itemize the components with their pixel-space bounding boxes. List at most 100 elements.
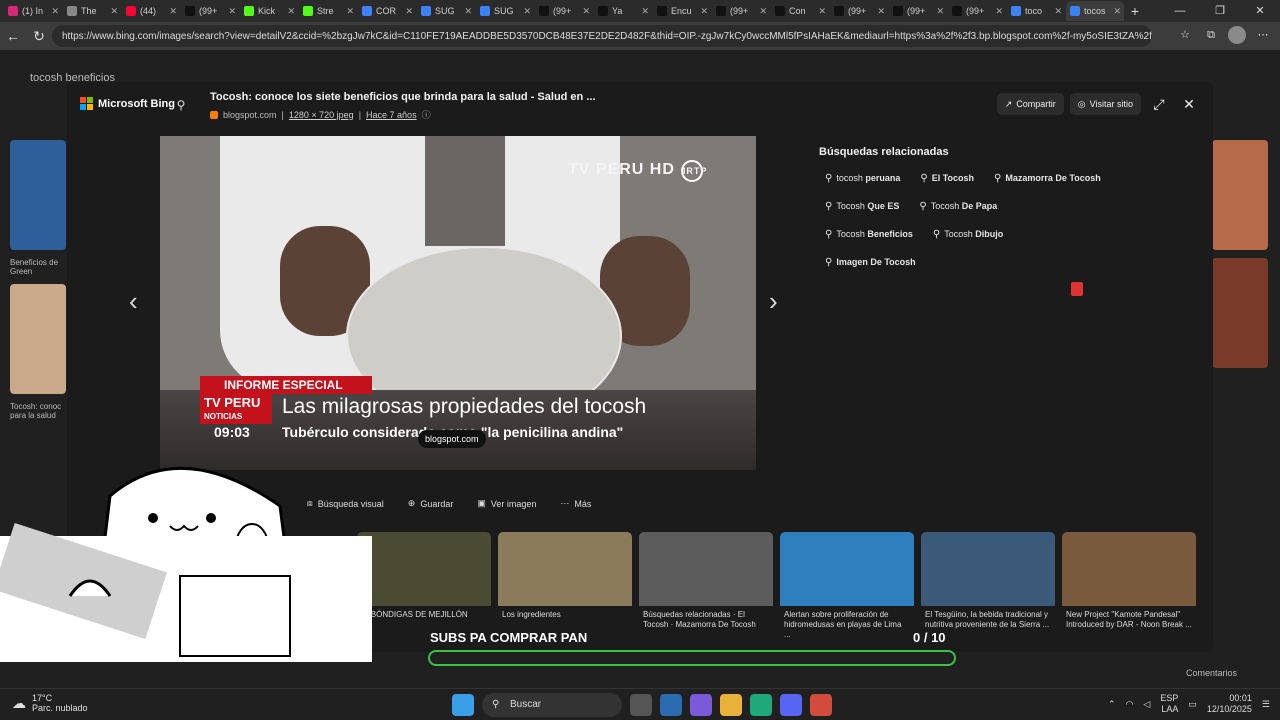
browser-tab[interactable]: toco ✕ <box>1007 1 1065 21</box>
next-arrow-icon[interactable]: › <box>769 286 778 317</box>
save-button[interactable]: ⊕ Guardar <box>408 498 454 509</box>
tab-close-icon[interactable]: ✕ <box>1054 6 1062 17</box>
minimize-icon[interactable]: — <box>1160 0 1200 22</box>
tab-close-icon[interactable]: ✕ <box>405 6 413 17</box>
view-image-button[interactable]: ▣ Ver imagen <box>477 498 536 509</box>
extension-icon[interactable] <box>1071 282 1083 296</box>
tab-close-icon[interactable]: ✕ <box>287 6 295 17</box>
main-image[interactable]: TV PERU HD IRTP INFORME ESPECIAL TV PERU N… <box>160 136 756 470</box>
star-icon[interactable]: ☆ <box>1176 26 1194 44</box>
volume-icon[interactable]: ◁ <box>1143 699 1150 710</box>
tab-close-icon[interactable]: ✕ <box>523 6 531 17</box>
notifications-icon[interactable]: ☰ <box>1262 699 1270 710</box>
language-indicator[interactable]: ESP LAA <box>1160 693 1178 715</box>
tab-close-icon[interactable]: ✕ <box>51 6 59 17</box>
tab-close-icon[interactable]: ✕ <box>818 6 826 17</box>
discord-icon[interactable] <box>780 694 802 716</box>
browser-tab[interactable]: (99+ ✕ <box>830 1 888 21</box>
more-button[interactable]: ⋯ Más <box>560 498 591 509</box>
store-icon[interactable] <box>660 694 682 716</box>
tab-close-icon[interactable]: ✕ <box>464 6 472 17</box>
background-thumb[interactable] <box>10 284 66 394</box>
windows-start-icon[interactable] <box>452 694 474 716</box>
comments-button[interactable]: Comentarios <box>1186 668 1237 678</box>
browser-tab[interactable]: Encu ✕ <box>653 1 711 21</box>
network-icon[interactable]: ▭ <box>1188 699 1197 710</box>
image-age[interactable]: Hace 7 años <box>366 110 417 120</box>
tab-close-icon[interactable]: ✕ <box>346 6 354 17</box>
browser-tab[interactable]: Ya ✕ <box>594 1 652 21</box>
close-icon[interactable]: ✕ <box>1177 93 1201 115</box>
related-chip[interactable]: ⚲ Imagen De Tocosh <box>819 252 922 272</box>
chrome-icon[interactable] <box>810 694 832 716</box>
visit-site-button[interactable]: ◎ Visitar sitio <box>1069 93 1141 115</box>
close-window-icon[interactable]: ✕ <box>1240 0 1280 22</box>
tab-close-icon[interactable]: ✕ <box>169 6 177 17</box>
similar-image-card[interactable]: New Project "Kamote Pandesal" Introduced… <box>1062 532 1196 652</box>
chevron-up-icon[interactable]: ⌃ <box>1108 699 1116 710</box>
browser-tab[interactable]: (99+ ✕ <box>712 1 770 21</box>
tab-close-icon[interactable]: ✕ <box>759 6 767 17</box>
source-badge[interactable]: blogspot.com <box>418 430 486 448</box>
browser-tab[interactable]: (99+ ✕ <box>535 1 593 21</box>
tab-close-icon[interactable]: ✕ <box>877 6 885 17</box>
browser-tab[interactable]: (1) In ✕ <box>4 1 62 21</box>
tab-close-icon[interactable]: ✕ <box>641 6 649 17</box>
profile-icon[interactable] <box>1228 26 1246 44</box>
similar-image-card[interactable]: Alertan sobre proliferación de hidromedu… <box>780 532 914 652</box>
tab-close-icon[interactable]: ✕ <box>700 6 708 17</box>
weather-widget[interactable]: ☁ 17°C Parc. nublado <box>12 693 88 713</box>
clock[interactable]: 00:01 12/10/2025 <box>1207 693 1252 715</box>
browser-tab[interactable]: (99+ ✕ <box>948 1 1006 21</box>
image-dimensions[interactable]: 1280 × 720 jpeg <box>289 110 354 120</box>
related-chip[interactable]: ⚲ tocosh peruana <box>819 168 906 188</box>
file-explorer-icon[interactable] <box>720 694 742 716</box>
previous-arrow-icon[interactable]: ‹ <box>129 286 138 317</box>
new-tab-button[interactable]: + <box>1125 3 1145 19</box>
source-domain[interactable]: blogspot.com <box>223 110 277 120</box>
browser-tab[interactable]: COR ✕ <box>358 1 416 21</box>
browser-tab[interactable]: Stre ✕ <box>299 1 357 21</box>
taskbar-search[interactable]: Buscar <box>482 693 622 717</box>
browser-tab[interactable]: SUG ✕ <box>476 1 534 21</box>
back-icon[interactable]: ← <box>0 28 26 44</box>
background-thumb[interactable] <box>10 140 66 250</box>
browser-tab[interactable]: (99+ ✕ <box>889 1 947 21</box>
browser-tab[interactable]: Kick ✕ <box>240 1 298 21</box>
bing-logo[interactable]: Microsoft Bing <box>80 97 175 110</box>
menu-icon[interactable]: ⋯ <box>1254 26 1272 44</box>
edge-icon[interactable] <box>750 694 772 716</box>
tab-close-icon[interactable]: ✕ <box>110 6 118 17</box>
search-icon[interactable]: ⚲ <box>171 95 191 115</box>
maximize-icon[interactable]: ❐ <box>1200 0 1240 22</box>
reload-icon[interactable]: ↻ <box>26 28 52 45</box>
image-title[interactable]: Tocosh: conoce los siete beneficios que … <box>210 91 596 103</box>
tab-close-icon[interactable]: ✕ <box>995 6 1003 17</box>
related-chip[interactable]: ⚲ Tocosh De Papa <box>913 196 1003 216</box>
related-chip[interactable]: ⚲ Tocosh Beneficios <box>819 224 919 244</box>
background-thumb[interactable] <box>1212 258 1268 368</box>
browser-tab[interactable]: (44) ✕ <box>122 1 180 21</box>
wifi-icon[interactable]: ◠ <box>1126 699 1134 710</box>
browser-tab[interactable]: Con ✕ <box>771 1 829 21</box>
browser-tab[interactable]: (99+ ✕ <box>181 1 239 21</box>
task-view-icon[interactable] <box>630 694 652 716</box>
related-chip[interactable]: ⚲ Tocosh Dibujo <box>927 224 1009 244</box>
share-button[interactable]: ↗ Compartir <box>996 93 1064 115</box>
tab-close-icon[interactable]: ✕ <box>228 6 236 17</box>
tab-close-icon[interactable]: ✕ <box>936 6 944 17</box>
related-chip[interactable]: ⚲ Tocosh Que ES <box>819 196 905 216</box>
tab-close-icon[interactable]: ✕ <box>1113 6 1121 17</box>
related-chip[interactable]: ⚲ Mazamorra De Tocosh <box>988 168 1107 188</box>
related-chip[interactable]: ⚲ El Tocosh <box>914 168 980 188</box>
browser-tab[interactable]: The ✕ <box>63 1 121 21</box>
background-thumb[interactable] <box>1212 140 1268 250</box>
info-icon[interactable]: ⓘ <box>422 108 431 121</box>
copilot-icon[interactable] <box>690 694 712 716</box>
browser-tab[interactable]: tocos ✕ <box>1066 1 1124 21</box>
extensions-icon[interactable]: ⧉ <box>1202 26 1220 44</box>
browser-tab[interactable]: SUG ✕ <box>417 1 475 21</box>
similar-image-card[interactable]: Búsquedas relacionadas · El Tocosh · Maz… <box>639 532 773 652</box>
tab-close-icon[interactable]: ✕ <box>582 6 590 17</box>
expand-icon[interactable]: ⤢ <box>1147 93 1171 115</box>
